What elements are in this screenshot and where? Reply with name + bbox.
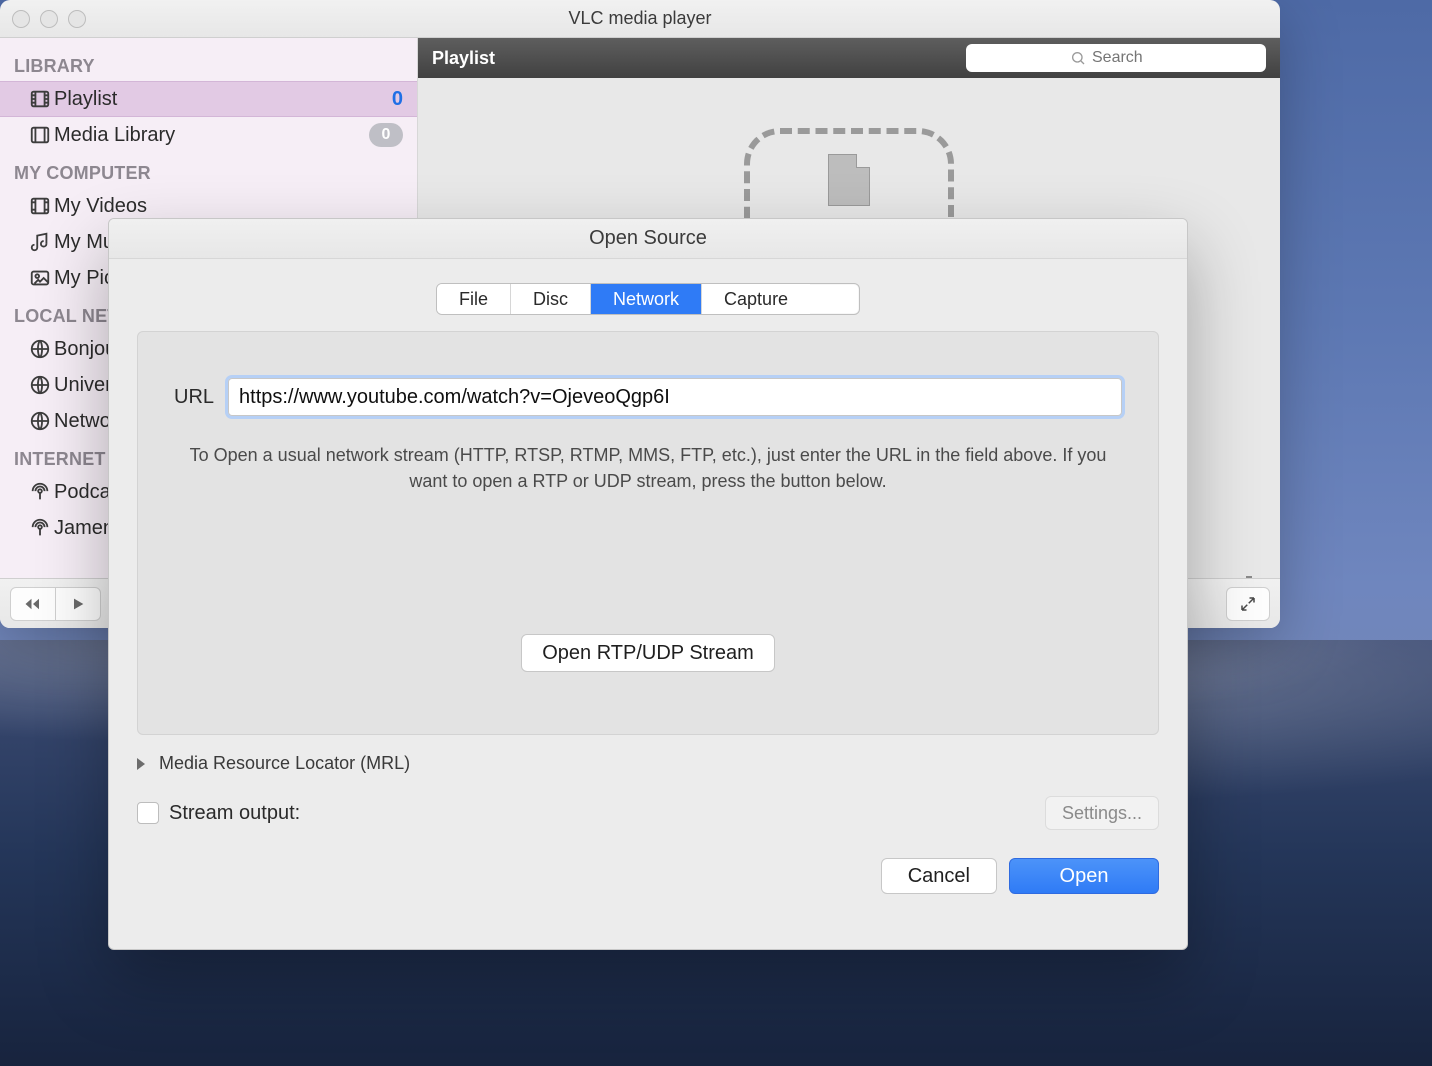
cancel-button[interactable]: Cancel xyxy=(881,858,997,894)
traffic-lights xyxy=(12,10,86,28)
previous-button[interactable] xyxy=(10,587,56,621)
videos-icon xyxy=(26,195,54,217)
titlebar: VLC media player xyxy=(0,0,1280,38)
sidebar-section-my-computer: MY COMPUTER xyxy=(0,153,417,188)
playlist-count: 0 xyxy=(392,88,403,111)
open-source-sheet: Open Source File Disc Network Capture UR… xyxy=(108,218,1188,950)
mrl-disclosure[interactable]: Media Resource Locator (MRL) xyxy=(137,753,1159,774)
pictures-icon xyxy=(26,267,54,289)
playlist-icon xyxy=(26,88,54,110)
network-icon xyxy=(26,374,54,396)
play-button[interactable] xyxy=(55,587,101,621)
network-icon xyxy=(26,338,54,360)
mrl-label: Media Resource Locator (MRL) xyxy=(159,753,410,774)
sidebar-item-label: Playlist xyxy=(54,88,117,111)
stream-output-checkbox[interactable] xyxy=(137,802,159,824)
tab-disc[interactable]: Disc xyxy=(511,284,591,314)
chevron-right-icon xyxy=(137,758,145,770)
sidebar-item-label: My Videos xyxy=(54,195,147,218)
podcast-icon xyxy=(26,481,54,503)
tab-capture[interactable]: Capture xyxy=(702,284,810,314)
url-hint: To Open a usual network stream (HTTP, RT… xyxy=(174,442,1122,494)
settings-button[interactable]: Settings... xyxy=(1045,796,1159,830)
url-input[interactable] xyxy=(228,378,1122,416)
library-icon xyxy=(26,124,54,146)
sidebar-item-media-library[interactable]: Media Library 0 xyxy=(0,117,417,153)
sidebar-item-label: Media Library xyxy=(54,124,175,147)
open-button[interactable]: Open xyxy=(1009,858,1159,894)
search-field[interactable] xyxy=(966,44,1266,72)
file-icon xyxy=(828,154,870,206)
tab-network[interactable]: Network xyxy=(591,284,702,314)
url-label: URL xyxy=(174,386,214,409)
search-icon xyxy=(1070,50,1086,66)
media-library-count: 0 xyxy=(369,123,403,147)
fullscreen-button[interactable] xyxy=(1226,587,1270,621)
content-title: Playlist xyxy=(432,48,495,69)
podcast-icon xyxy=(26,517,54,539)
window-title: VLC media player xyxy=(568,8,711,29)
source-tabs: File Disc Network Capture xyxy=(436,283,860,315)
zoom-window-button[interactable] xyxy=(68,10,86,28)
open-rtp-udp-button[interactable]: Open RTP/UDP Stream xyxy=(521,634,775,672)
network-icon xyxy=(26,410,54,432)
tab-file[interactable]: File xyxy=(437,284,511,314)
content-header: Playlist xyxy=(418,38,1280,78)
sidebar-section-library: LIBRARY xyxy=(0,46,417,81)
search-input[interactable] xyxy=(1092,49,1162,67)
music-icon xyxy=(26,231,54,253)
sidebar-item-playlist[interactable]: Playlist 0 xyxy=(0,81,417,117)
sheet-title: Open Source xyxy=(109,219,1187,259)
stream-output-label: Stream output: xyxy=(169,802,300,825)
network-panel: URL To Open a usual network stream (HTTP… xyxy=(137,331,1159,735)
close-window-button[interactable] xyxy=(12,10,30,28)
minimize-window-button[interactable] xyxy=(40,10,58,28)
